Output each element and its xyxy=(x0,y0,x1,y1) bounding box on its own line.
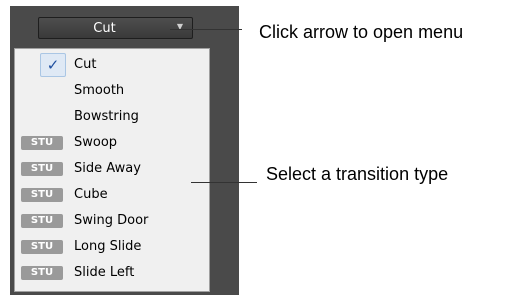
menu-item-slide-left[interactable]: STU Slide Left xyxy=(15,260,209,286)
menu-item-swoop[interactable]: STU Swoop xyxy=(15,130,209,156)
menu-item-swing-door[interactable]: STU Swing Door xyxy=(15,208,209,234)
menu-item-label: Cube xyxy=(74,187,108,202)
menu-item-label: Side Away xyxy=(74,161,141,176)
menu-item-smooth[interactable]: Smooth xyxy=(15,78,209,104)
transition-dropdown-button[interactable]: Cut ▼ xyxy=(38,17,193,39)
callout-select-type: Select a transition type xyxy=(266,164,449,184)
menu-item-label: Slide Left xyxy=(74,265,135,280)
menu-item-label: Cut xyxy=(74,57,97,72)
stu-badge: STU xyxy=(21,240,63,254)
stu-badge: STU xyxy=(21,162,63,176)
menu-item-label: Swing Door xyxy=(74,213,149,228)
checkmark-icon: ✓ xyxy=(40,53,66,77)
stu-badge: STU xyxy=(21,188,63,202)
dropdown-selected-label: Cut xyxy=(93,21,116,36)
menu-item-cut[interactable]: ✓ Cut xyxy=(15,52,209,78)
menu-item-cube[interactable]: STU Cube xyxy=(15,182,209,208)
menu-item-long-slide[interactable]: STU Long Slide xyxy=(15,234,209,260)
menu-item-side-away[interactable]: STU Side Away xyxy=(15,156,209,182)
stu-badge: STU xyxy=(21,266,63,280)
callout-open-menu: Click arrow to open menu xyxy=(259,22,464,42)
menu-item-label: Smooth xyxy=(74,83,125,98)
menu-item-label: Bowstring xyxy=(74,109,139,124)
stu-badge: STU xyxy=(21,136,63,150)
transition-menu: ✓ Cut Smooth Bowstring STU Swoop STU Sid… xyxy=(14,48,210,292)
menu-item-label: Long Slide xyxy=(74,239,142,254)
stu-badge: STU xyxy=(21,214,63,228)
callout-line-open-menu xyxy=(170,29,242,30)
callout-line-select-type xyxy=(191,182,257,183)
menu-item-label: Swoop xyxy=(74,135,118,150)
menu-item-bowstring[interactable]: Bowstring xyxy=(15,104,209,130)
